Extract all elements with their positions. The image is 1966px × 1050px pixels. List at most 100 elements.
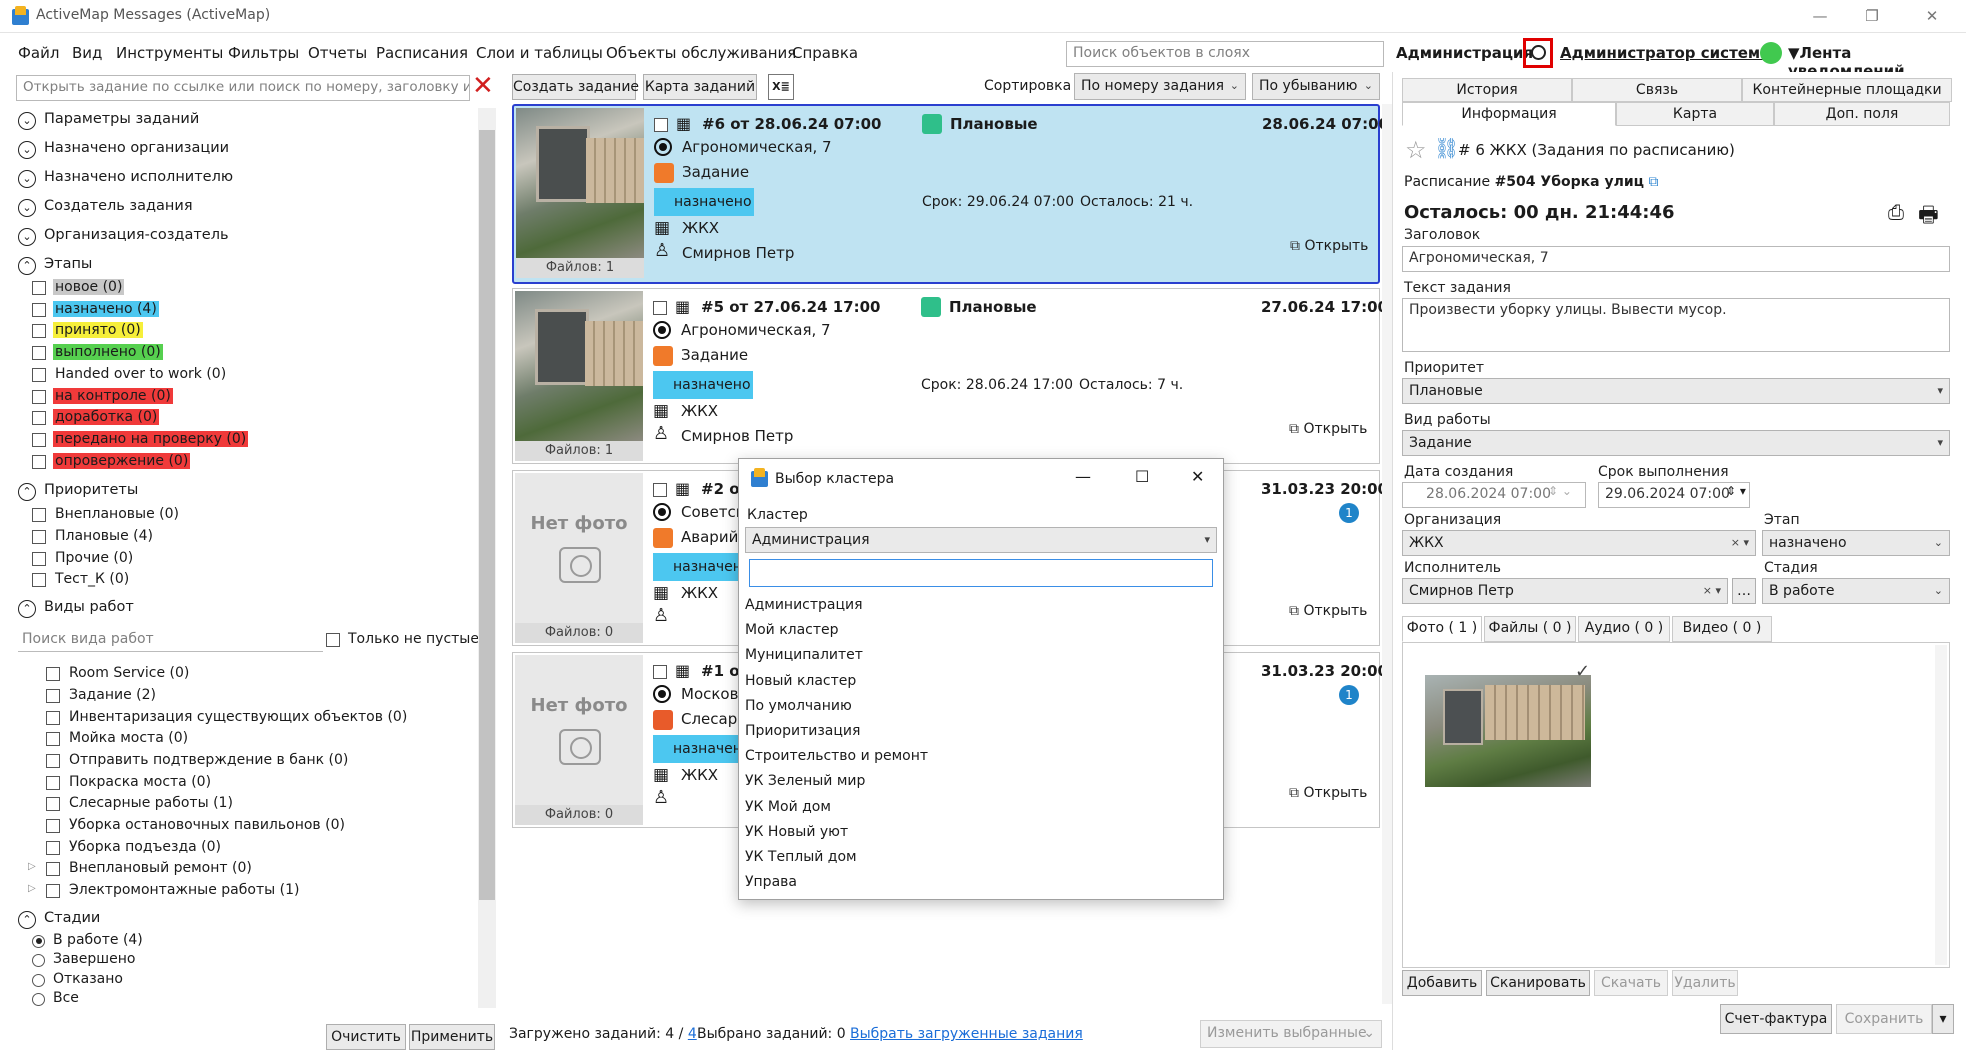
link-chain-icon[interactable]: ⛓: [1434, 136, 1459, 160]
task-photo[interactable]: Файлов: 1: [515, 291, 643, 461]
expand-circle-icon[interactable]: ⌄: [18, 199, 36, 217]
clear-filters-button[interactable]: Очистить: [326, 1024, 406, 1050]
menu-service-objects[interactable]: Объекты обслуживания: [606, 44, 796, 62]
apply-filters-button[interactable]: Применить: [409, 1024, 495, 1050]
user-link[interactable]: Администратор системы: [1560, 44, 1774, 62]
worktypes-group-title[interactable]: Виды работ: [44, 599, 134, 615]
filter-group-4[interactable]: Организация-создатель: [44, 227, 229, 243]
collapse-circle-icon[interactable]: ⌃: [18, 483, 36, 502]
stage-checkbox[interactable]: [32, 389, 46, 404]
clear-and-dropdown-icon[interactable]: × ▾: [1703, 579, 1721, 603]
open-task-link[interactable]: ⧉ Открыть: [1289, 421, 1367, 437]
stadia-radio[interactable]: [32, 993, 45, 1007]
menu-schedules[interactable]: Расписания: [376, 44, 468, 62]
change-cluster-button[interactable]: [1523, 38, 1553, 68]
cluster-option[interactable]: Муниципалитет: [745, 647, 863, 663]
cluster-option[interactable]: Приоритизация: [745, 723, 860, 739]
task-select-checkbox[interactable]: [654, 118, 668, 132]
stage-checkbox[interactable]: [32, 367, 46, 382]
task-photo[interactable]: Файлов: 1: [516, 108, 644, 278]
dialog-close-button[interactable]: ✕: [1191, 467, 1204, 486]
only-nonempty-checkbox[interactable]: [326, 633, 340, 648]
tab-row2-1[interactable]: Карта: [1616, 102, 1774, 126]
tab-1[interactable]: Связь: [1572, 78, 1742, 102]
executor-browse-button[interactable]: …: [1732, 578, 1756, 604]
task-select-checkbox[interactable]: [653, 665, 667, 679]
cluster-option[interactable]: УК Теплый дом: [745, 849, 857, 865]
menu-file[interactable]: Файл: [18, 44, 59, 62]
stage-checkbox[interactable]: [32, 281, 46, 295]
task-photo[interactable]: Нет фото Файлов: 0: [515, 655, 643, 825]
task-photo[interactable]: Нет фото Файлов: 0: [515, 473, 643, 643]
worktype-checkbox[interactable]: [46, 710, 60, 725]
stage-checkbox[interactable]: [32, 346, 46, 361]
photo-check-icon[interactable]: ✓: [1575, 661, 1590, 682]
expand-circle-icon[interactable]: ⌄: [18, 112, 36, 130]
menu-reports[interactable]: Отчеты: [308, 44, 367, 62]
stadia-select[interactable]: В работе ⌄: [1762, 578, 1950, 604]
filter-group-1[interactable]: Назначено организации: [44, 140, 229, 156]
loaded-link[interactable]: 4: [688, 1026, 697, 1042]
heading-input[interactable]: Агрономическая, 7: [1402, 246, 1950, 272]
menu-help[interactable]: Справка: [792, 44, 858, 62]
tree-expand-icon[interactable]: ▷: [28, 861, 36, 872]
stage-checkbox[interactable]: [32, 432, 46, 447]
task-card[interactable]: Файлов: 1 ▦ #5 от 27.06.24 17:00 Плановые 27…: [512, 288, 1388, 464]
media-tab[interactable]: Фото ( 1 ): [1402, 616, 1482, 642]
filter-group-3[interactable]: Создатель задания: [44, 198, 193, 214]
cluster-select[interactable]: Администрация ▾: [745, 527, 1217, 553]
filter-group-2[interactable]: Назначено исполнителю: [44, 169, 233, 185]
sort-direction-select[interactable]: По убыванию ⌄: [1252, 73, 1380, 100]
menu-view[interactable]: Вид: [72, 44, 102, 62]
cluster-link[interactable]: Администрация: [1396, 44, 1533, 62]
stage-select[interactable]: назначено ⌄: [1762, 530, 1950, 556]
cluster-option[interactable]: Новый кластер: [745, 673, 856, 689]
open-task-link[interactable]: ⧉ Открыть: [1289, 603, 1367, 619]
worktype-checkbox[interactable]: [46, 775, 60, 790]
expand-circle-icon[interactable]: ⌄: [18, 170, 36, 188]
task-select-checkbox[interactable]: [653, 301, 667, 315]
close-window-button[interactable]: ✕: [1912, 4, 1952, 28]
stage-checkbox[interactable]: [32, 411, 46, 426]
menu-filters[interactable]: Фильтры: [228, 44, 299, 62]
change-selected-button[interactable]: Изменить выбранные ⌄: [1200, 1020, 1382, 1048]
left-scrollbar[interactable]: [478, 108, 496, 1008]
save-button[interactable]: Сохранить: [1836, 1004, 1932, 1034]
stadia-radio[interactable]: [32, 973, 45, 987]
task-select-checkbox[interactable]: [653, 483, 667, 497]
worktype-checkbox[interactable]: [46, 819, 60, 833]
cluster-option[interactable]: УК Зеленый мир: [745, 773, 865, 789]
tree-expand-icon[interactable]: ▷: [28, 883, 36, 894]
cluster-option[interactable]: Строительство и ремонт: [745, 748, 928, 764]
worktype-checkbox[interactable]: [46, 862, 60, 877]
stage-checkbox[interactable]: [32, 454, 46, 469]
cluster-filter-input[interactable]: [749, 559, 1213, 587]
dialog-maximize-button[interactable]: ☐: [1135, 467, 1149, 486]
print-icon[interactable]: 🖶: [1918, 198, 1939, 236]
clear-search-icon[interactable]: ✕: [472, 72, 494, 100]
filter-group-0[interactable]: Параметры заданий: [44, 111, 199, 127]
worktype-checkbox[interactable]: [46, 667, 60, 682]
external-link-icon[interactable]: ⧉: [1648, 174, 1658, 190]
report-icon[interactable]: ⎙: [1888, 200, 1904, 224]
cluster-option[interactable]: Управа: [745, 874, 797, 890]
cluster-option[interactable]: Мой кластер: [745, 622, 839, 638]
task-card[interactable]: Файлов: 1 ▦ #6 от 28.06.24 07:00 Плановые 28…: [512, 104, 1389, 284]
collapse-circle-icon[interactable]: ⌃: [18, 910, 36, 929]
tab-information[interactable]: Информация: [1402, 102, 1616, 126]
task-list-scrollbar[interactable]: [1382, 104, 1392, 1004]
priority-checkbox[interactable]: [32, 573, 46, 588]
tab-2[interactable]: Контейнерные площадки: [1742, 78, 1952, 102]
cluster-option[interactable]: УК Мой дом: [745, 799, 831, 815]
sort-by-select[interactable]: По номеру задания ⌄: [1074, 73, 1246, 100]
excel-export-icon[interactable]: X≣: [768, 74, 794, 100]
priority-checkbox[interactable]: [32, 508, 46, 523]
worktype-checkbox[interactable]: [46, 840, 60, 855]
task-search-input[interactable]: Открыть задание по ссылке или поиск по н…: [16, 75, 470, 101]
minimize-button[interactable]: —: [1800, 4, 1840, 28]
stadia-radio[interactable]: [32, 934, 45, 948]
stage-checkbox[interactable]: [32, 324, 46, 339]
collapse-circle-icon[interactable]: ⌃: [18, 257, 36, 275]
org-select[interactable]: ЖКХ × ▾: [1402, 530, 1756, 556]
worktype-select[interactable]: Задание ▾: [1402, 430, 1950, 456]
